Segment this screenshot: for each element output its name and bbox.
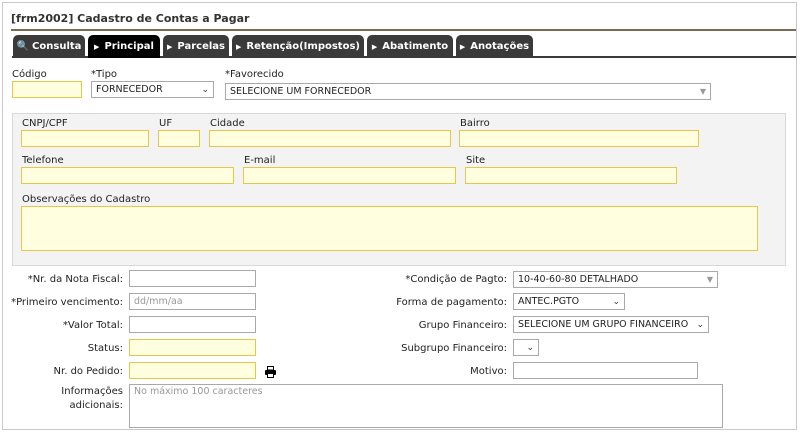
cidade-input[interactable] (209, 130, 451, 147)
tab-label: Principal (104, 41, 154, 52)
status-label: Status: (87, 343, 123, 354)
tab-consulta[interactable]: 🔍 Consulta (13, 35, 85, 58)
tab-retencao[interactable]: ▶ Retenção(Impostos) (232, 35, 364, 58)
tab-principal[interactable]: ▶ Principal (88, 35, 160, 58)
observacoes-textarea[interactable] (21, 206, 758, 251)
tab-label: Abatimento (382, 41, 449, 52)
telefone-input[interactable] (21, 167, 234, 184)
tipo-select[interactable]: FORNECEDOR ⌄ (91, 81, 214, 98)
chevron-down-icon: ⌄ (201, 84, 209, 95)
triangle-right-icon: ▶ (236, 42, 242, 51)
triangle-right-icon: ▶ (94, 42, 100, 51)
page-title: [frm2002] Cadastro de Contas a Pagar (11, 12, 250, 25)
valor-total-label: *Valor Total: (62, 320, 123, 331)
bairro-label: Bairro (460, 118, 490, 129)
codigo-label: Código (12, 69, 47, 80)
grupo-financeiro-select[interactable]: SELECIONE UM GRUPO FINANCEIRO ⌄ (513, 316, 709, 333)
forma-pagamento-select[interactable]: ANTEC.PGTO ⌄ (513, 293, 625, 310)
tab-abatimento[interactable]: ▶ Abatimento (367, 35, 453, 58)
tipo-label: *Tipo (91, 69, 118, 80)
status-input[interactable] (129, 339, 256, 356)
title-divider (11, 29, 796, 31)
condicao-pagto-select[interactable]: 10-40-60-80 DETALHADO ▼ (513, 271, 718, 288)
bairro-input[interactable] (459, 130, 699, 147)
favorecido-value: SELECIONE UM FORNECEDOR (230, 86, 372, 97)
tab-label: Consulta (32, 41, 82, 52)
email-label: E-mail (244, 155, 276, 166)
magnifier-icon: 🔍 (16, 41, 30, 52)
primeiro-vencimento-input[interactable] (129, 293, 256, 310)
info-adicionais-label-line1: Informações (61, 386, 123, 397)
primeiro-vencimento-label: *Primeiro vencimento: (11, 297, 123, 308)
triangle-right-icon: ▶ (167, 42, 173, 51)
codigo-input[interactable] (12, 81, 82, 98)
printer-icon[interactable] (265, 366, 276, 378)
uf-label: UF (159, 118, 173, 129)
site-label: Site (466, 155, 486, 166)
tab-label: Retenção(Impostos) (246, 41, 360, 52)
chevron-down-icon: ▼ (706, 275, 713, 284)
fornecedor-details-panel: CNPJ/CPF UF Cidade Bairro Telefone E-mai… (12, 113, 786, 266)
subgrupo-financeiro-label: Subgrupo Financeiro: (401, 343, 507, 354)
condicao-pagto-value: 10-40-60-80 DETALHADO (518, 274, 639, 285)
email-input[interactable] (243, 167, 456, 184)
nota-fiscal-label: *Nr. da Nota Fiscal: (27, 274, 123, 285)
favorecido-select[interactable]: SELECIONE UM FORNECEDOR ▼ (225, 83, 711, 100)
motivo-label: Motivo: (470, 366, 507, 377)
subgrupo-financeiro-select[interactable]: ⌄ (513, 339, 539, 356)
valor-total-input[interactable] (129, 316, 256, 333)
tab-anotacoes[interactable]: ▶ Anotações (456, 35, 533, 58)
tipo-value: FORNECEDOR (96, 84, 163, 95)
grupo-financeiro-value: SELECIONE UM GRUPO FINANCEIRO (518, 319, 689, 330)
chevron-down-icon: ▼ (699, 87, 706, 96)
condicao-pagto-label: *Condição de Pagto: (405, 274, 507, 285)
tab-label: Parcelas (177, 41, 225, 52)
site-input[interactable] (465, 167, 677, 184)
forma-pagamento-label: Forma de pagamento: (396, 297, 507, 308)
cnpj-label: CNPJ/CPF (22, 118, 68, 129)
info-adicionais-textarea[interactable] (129, 384, 723, 428)
triangle-right-icon: ▶ (371, 42, 378, 51)
nota-fiscal-input[interactable] (129, 270, 256, 287)
cidade-label: Cidade (210, 118, 245, 129)
chevron-down-icon: ⌄ (612, 296, 620, 307)
pedido-input[interactable] (129, 362, 256, 379)
uf-input[interactable] (158, 130, 200, 147)
form-window: [frm2002] Cadastro de Contas a Pagar 🔍 C… (2, 2, 797, 430)
cnpj-input[interactable] (21, 130, 149, 147)
info-adicionais-label-line2: adicionais: (69, 400, 123, 411)
chevron-down-icon: ⌄ (526, 342, 534, 353)
tab-label: Anotações (470, 41, 530, 52)
chevron-down-icon: ⌄ (696, 319, 704, 330)
favorecido-label: *Favorecido (225, 69, 284, 80)
grupo-financeiro-label: Grupo Financeiro: (418, 320, 507, 331)
tab-parcelas[interactable]: ▶ Parcelas (163, 35, 229, 58)
telefone-label: Telefone (22, 155, 64, 166)
forma-pagamento-value: ANTEC.PGTO (518, 296, 580, 307)
motivo-input[interactable] (513, 362, 698, 379)
pedido-label: Nr. do Pedido: (53, 366, 123, 377)
observacoes-label: Observações do Cadastro (22, 194, 151, 205)
tab-bar: 🔍 Consulta ▶ Principal ▶ Parcelas ▶ Rete… (12, 33, 796, 58)
triangle-right-icon: ▶ (459, 42, 466, 51)
